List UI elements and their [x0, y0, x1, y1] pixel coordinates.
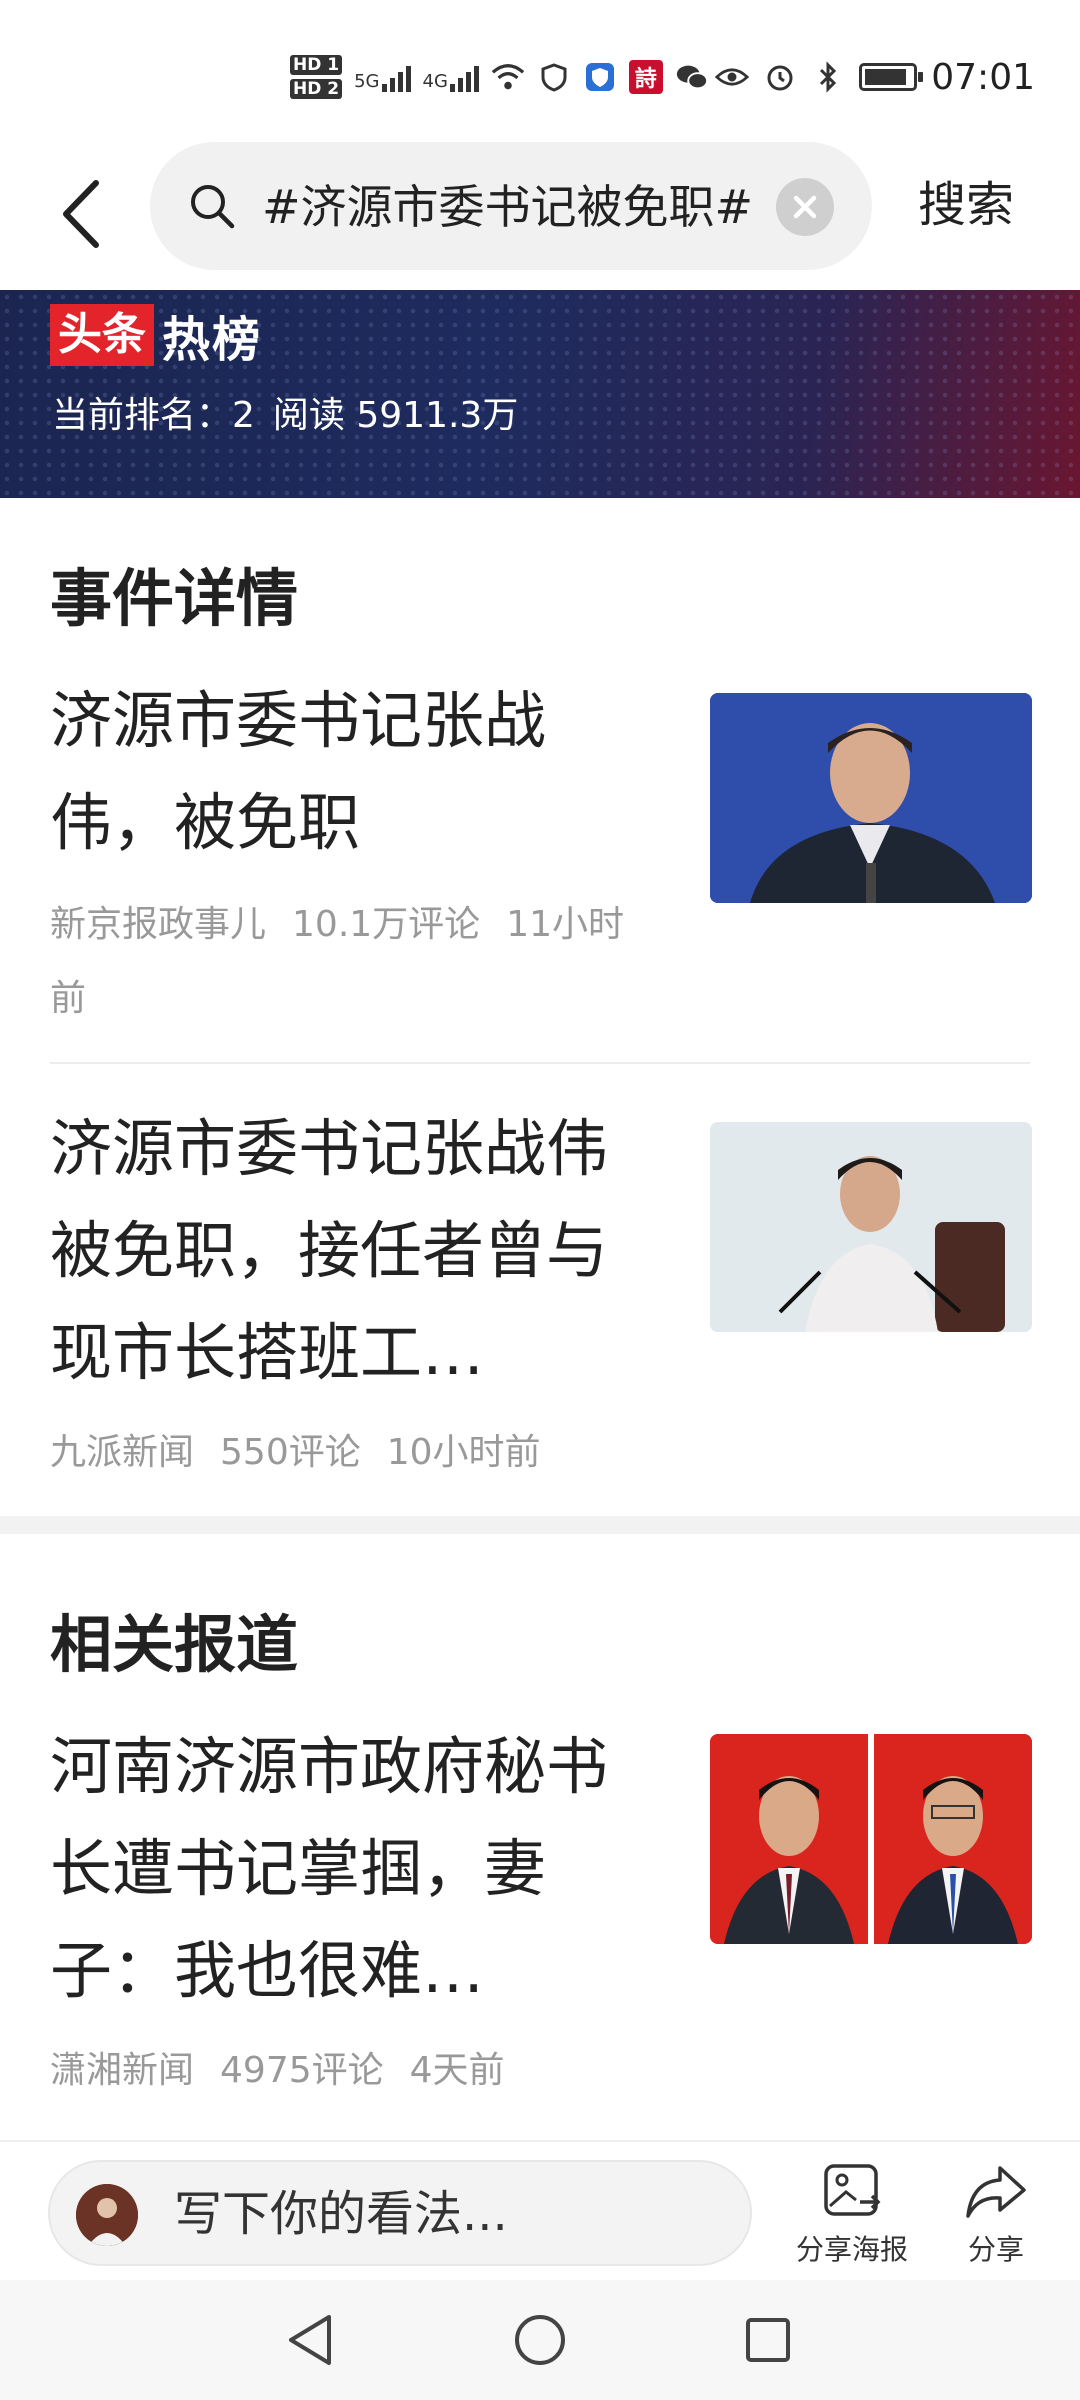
hot-rank-banner[interactable]: 头条 热榜 当前排名：2 阅读 5911.3万: [0, 290, 1080, 498]
wechat-icon: [675, 60, 709, 94]
article-time: 10小时前: [386, 1432, 541, 1473]
article-card[interactable]: 济源市委书记张战伟被免职，接任者曾与现市长搭班工… 九派新闻 550评论 10小时前: [50, 1098, 1032, 1498]
signal-icon: [381, 62, 411, 92]
net2-label: 4G: [422, 71, 448, 92]
share-label: 分享: [967, 2233, 1024, 2266]
article-thumbnail[interactable]: [710, 1734, 1032, 1944]
chevron-left-icon: [63, 180, 99, 248]
triangle-back-icon: [289, 2315, 331, 2365]
current-rank: 当前排名：2: [52, 395, 255, 436]
security-icon: [537, 60, 571, 94]
status-right: 07:01: [715, 48, 1080, 106]
search-query-text: #济源市委书记被免职#: [262, 180, 754, 234]
system-navigation-bar: [0, 2280, 1080, 2400]
shield-icon: [583, 60, 617, 94]
related-reports-heading: 相关报道: [50, 1608, 299, 1681]
article-thumbnail[interactable]: [710, 1122, 1032, 1332]
signal-icon: [449, 62, 479, 92]
battery-fill: [865, 69, 907, 85]
square-recents-icon: [746, 2318, 790, 2362]
event-details-heading: 事件详情: [50, 562, 299, 635]
toutiao-hot-logo: 头条 热榜: [50, 302, 262, 368]
search-input[interactable]: #济源市委书记被免职#: [150, 142, 872, 270]
person-photo: [710, 693, 1032, 903]
clear-search-button[interactable]: [776, 178, 834, 236]
logo-white-text: 热榜: [162, 312, 263, 368]
article-meta: 九派新闻 550评论 10小时前: [50, 1416, 660, 1490]
logo-red-text: 头条: [50, 304, 154, 366]
share-button[interactable]: 分享: [964, 2162, 1028, 2268]
article-source: 潇湘新闻: [50, 2050, 195, 2091]
avatar: [76, 2184, 138, 2246]
alarm-icon: [763, 60, 797, 94]
signal-5g: 5G: [354, 62, 411, 92]
article-source: 九派新闻: [50, 1432, 195, 1473]
bluetooth-icon: [811, 60, 845, 94]
portrait-right: [874, 1734, 1032, 1944]
search-icon: [191, 185, 235, 229]
share-poster-label: 分享海报: [796, 2233, 909, 2266]
article-source: 新京报政事儿: [50, 904, 267, 945]
status-left: HD 1 HD 2 5G 4G 詩: [290, 48, 709, 106]
divider: [50, 1062, 1030, 1064]
comment-input[interactable]: 写下你的看法...: [48, 2160, 752, 2266]
battery-icon: [859, 63, 924, 91]
article-comments: 4975评论: [220, 2050, 384, 2091]
article-time: 4天前: [409, 2050, 505, 2091]
hd-indicators: HD 1 HD 2: [290, 53, 343, 101]
close-icon: [793, 195, 817, 219]
read-count: 阅读 5911.3万: [272, 395, 519, 436]
article-meta: 潇湘新闻 4975评论 4天前: [50, 2034, 660, 2108]
article-title: 济源市委书记张战伟被免职，接任者曾与现市长搭班工…: [50, 1112, 609, 1389]
hd2-label: HD 2: [290, 79, 343, 99]
article-card[interactable]: 济源市委书记张战伟，被免职 新京报政事儿 10.1万评论 11小时前: [50, 670, 1032, 1050]
article-comments: 10.1万评论: [292, 904, 481, 945]
back-button[interactable]: [40, 170, 120, 258]
article-thumbnail[interactable]: [710, 693, 1032, 903]
article-comments: 550评论: [220, 1432, 361, 1473]
nav-recents-button[interactable]: [738, 2310, 798, 2370]
hd1-label: HD 1: [290, 55, 343, 75]
clock-time: 07:01: [931, 56, 1035, 98]
article-title: 济源市委书记张战伟，被免职: [50, 684, 547, 859]
wifi-icon: [491, 60, 525, 94]
share-poster-button[interactable]: 分享海报: [796, 2162, 908, 2268]
circle-home-icon: [515, 2315, 565, 2365]
nav-back-button[interactable]: [280, 2310, 340, 2370]
search-button[interactable]: 搜索: [918, 170, 1014, 240]
article-title: 河南济源市政府秘书长遭书记掌掴，妻子：我也很难…: [50, 1730, 609, 2007]
portrait-left: [710, 1734, 868, 1944]
poem-app-icon: 詩: [628, 60, 663, 94]
signal-4g: 4G: [423, 62, 479, 92]
comment-toolbar: 写下你的看法... 分享海报 分享: [0, 2140, 1080, 2282]
search-header: #济源市委书记被免职# 搜索: [0, 140, 1080, 290]
share-icon: [966, 2166, 1026, 2218]
article-card[interactable]: 河南济源市政府秘书长遭书记掌掴，妻子：我也很难… 潇湘新闻 4975评论 4天前: [50, 1716, 1032, 2116]
comment-placeholder: 写下你的看法...: [174, 2186, 508, 2242]
eye-icon: [715, 60, 750, 94]
status-bar: HD 1 HD 2 5G 4G 詩 07:01: [0, 0, 1080, 140]
nav-home-button[interactable]: [510, 2310, 570, 2370]
share-poster-icon: [824, 2164, 881, 2216]
section-separator: [0, 1516, 1080, 1534]
person-photo: [710, 1122, 1032, 1332]
search-query[interactable]: #济源市委书记被免职#: [262, 172, 777, 242]
rank-info: 当前排名：2 阅读 5911.3万: [52, 386, 536, 446]
article-meta: 新京报政事儿 10.1万评论 11小时前: [50, 888, 660, 1036]
net1-label: 5G: [354, 71, 380, 92]
